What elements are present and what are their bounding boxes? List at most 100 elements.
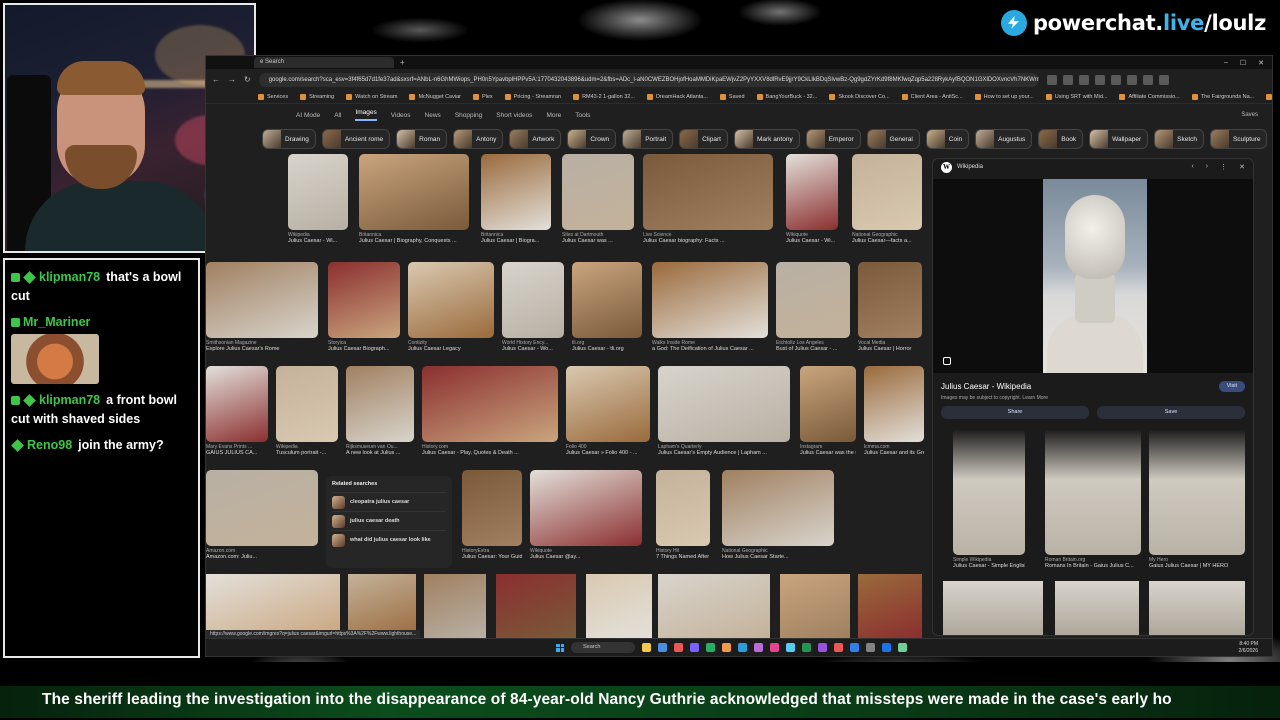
minimize-icon[interactable]: – [1224,59,1228,67]
app-icon[interactable] [738,643,747,652]
filter-chip[interactable]: Portrait [622,129,674,149]
filter-chip[interactable]: Roman [396,129,448,149]
image-result[interactable]: Lapham's Quarterly Julius Caesar's Empty … [658,366,790,456]
taskbar-search[interactable]: Search [571,642,635,653]
tab-videos[interactable]: Videos [391,112,411,119]
saves-link[interactable]: Saves [1241,112,1272,118]
image-result[interactable]: Etchtoltz Los Angeles Bust of Julius Caes… [776,262,850,352]
image-result[interactable]: History Hit7 Things Named After Julius C… [656,470,710,560]
app-icon[interactable] [882,643,891,652]
tab-ai-mode[interactable]: AI Mode [296,112,320,119]
image-result[interactable] [496,574,576,638]
image-result[interactable] [424,574,486,638]
google-lens-icon[interactable] [943,357,951,365]
tab-shopping[interactable]: Shopping [455,112,482,119]
app-icon[interactable] [818,643,827,652]
next-icon[interactable]: › [1206,163,1208,171]
close-icon[interactable]: ✕ [1258,59,1264,67]
chat-username[interactable]: klipman78 [39,393,100,407]
image-result[interactable] [658,574,770,638]
filter-chip[interactable]: Antony [453,129,504,149]
app-icon[interactable] [690,643,699,652]
preview-image[interactable] [933,179,1253,373]
filter-chip[interactable]: Emperor [805,129,861,149]
app-icon[interactable] [770,643,779,652]
tab-more[interactable]: More [546,112,561,119]
image-result[interactable]: Walks Inside Rome a God: The Deification … [652,262,768,352]
image-result[interactable]: Rijksmuseum van Ou... A new look at Juliu… [346,366,414,456]
image-result[interactable]: Contizity Julius Caesar Legacy [408,262,494,352]
image-result[interactable]: Wikiquote Julius Caesar @ay... [530,470,642,560]
tab-tools[interactable]: Tools [575,112,590,119]
bookmark-item[interactable]: McNugget Caviar [409,94,461,100]
app-icon[interactable] [834,643,843,652]
forward-icon[interactable]: → [228,75,236,84]
file-explorer-icon[interactable] [642,643,651,652]
filter-chip[interactable]: Wallpaper [1089,129,1149,149]
app-icon[interactable] [850,643,859,652]
related-image[interactable] [1055,581,1139,635]
related-image[interactable]: My Hero Gaius Julius Caesar | MY HERO [1149,429,1245,569]
bookmark-item[interactable]: RM43-2 1-gallon 32... [573,94,635,100]
share-button[interactable]: Share [941,406,1089,419]
panel-source[interactable]: Wikipedia [957,164,983,170]
related-search-item[interactable]: julius caesar death [332,511,446,530]
chat-username[interactable]: Reno98 [27,438,72,452]
bookmark-item[interactable]: Streaming [300,94,334,100]
filter-chip[interactable]: Book [1038,129,1084,149]
related-search-item[interactable]: cleopatra julius caesar [332,492,446,511]
extension-icon[interactable] [1126,74,1137,85]
save-button[interactable]: Save [1097,406,1245,419]
browser-tab[interactable]: e Search [254,57,394,68]
app-icon[interactable] [898,643,907,652]
bookmark-item[interactable]: Affiliate Commissio... [1119,94,1179,100]
filter-chip[interactable]: Sculpture [1210,129,1268,149]
image-result[interactable] [780,574,850,638]
tab-images[interactable]: Images [355,109,377,121]
reload-icon[interactable]: ↻ [244,75,251,84]
bookmark-item[interactable]: Saved [720,94,745,100]
taskbar-clock[interactable]: 8:40 PM 2/6/2026 [1239,641,1272,655]
image-result[interactable]: tli.org Julius Caesar - tli.org [572,262,642,352]
bookmark-item[interactable]: How to set up your... [975,94,1034,100]
app-icon[interactable] [786,643,795,652]
related-image[interactable] [943,581,1043,635]
filter-chip[interactable]: Coin [925,129,970,149]
image-result[interactable]: History.com Julius Caesar - Play, Quotes … [422,366,558,456]
extension-icon[interactable] [1078,74,1089,85]
bookmark-item[interactable]: Skook Discover Co... [829,94,889,100]
tab-short-videos[interactable]: Short videos [496,112,532,119]
bookmark-item[interactable]: The Fairgrounds Na... [1192,94,1255,100]
app-icon[interactable] [802,643,811,652]
filter-chip[interactable]: Clipart [679,129,728,149]
extension-icon[interactable] [1158,74,1169,85]
back-icon[interactable]: ← [212,75,220,84]
image-result[interactable]: Wikipedia Tusculum portrait -... [276,366,338,456]
related-image[interactable]: Simple Wikipedia Julius Caesar - Simple E… [953,429,1025,569]
image-result[interactable]: National Geographic Julius Caesar—facts a… [852,154,922,244]
image-result[interactable]: Amazon.com Amazon.com: Juliu... [206,470,318,560]
prev-icon[interactable]: ‹ [1191,163,1193,171]
bookmark-item[interactable]: DreamHack Atlanta... [647,94,708,100]
extension-icon[interactable] [1094,74,1105,85]
extension-icon[interactable] [1062,74,1073,85]
image-result[interactable]: Sites at Dartmouth Julius Caesar was ... [562,154,634,244]
visit-button[interactable]: Visit [1218,381,1245,392]
chat-username[interactable]: Mr_Mariner [23,315,90,329]
filter-chip[interactable]: General [866,129,920,149]
panel-title[interactable]: Julius Caesar - Wikipedia [941,382,1031,391]
tab-all[interactable]: All [334,112,341,119]
image-result[interactable]: lcmma.comJulius Caesar and its Greek Con… [864,366,924,456]
app-icon[interactable] [658,643,667,652]
bookmark-item[interactable]: Using SRT with Mid... [1046,94,1108,100]
image-result[interactable] [206,574,340,638]
url-field[interactable]: google.com/search?sca_esv=3f4f65d7d1fe37… [258,72,1039,87]
image-result[interactable]: Mary Evans Prints ... GAIUS JULIUS CA... [206,366,268,456]
windows-start-icon[interactable] [556,643,564,652]
app-icon[interactable] [722,643,731,652]
maximize-icon[interactable]: ☐ [1240,59,1246,67]
filter-chip[interactable]: Ancient rome [321,129,391,149]
image-result[interactable] [858,574,922,638]
new-tab-icon[interactable]: + [400,58,405,67]
app-icon[interactable] [706,643,715,652]
